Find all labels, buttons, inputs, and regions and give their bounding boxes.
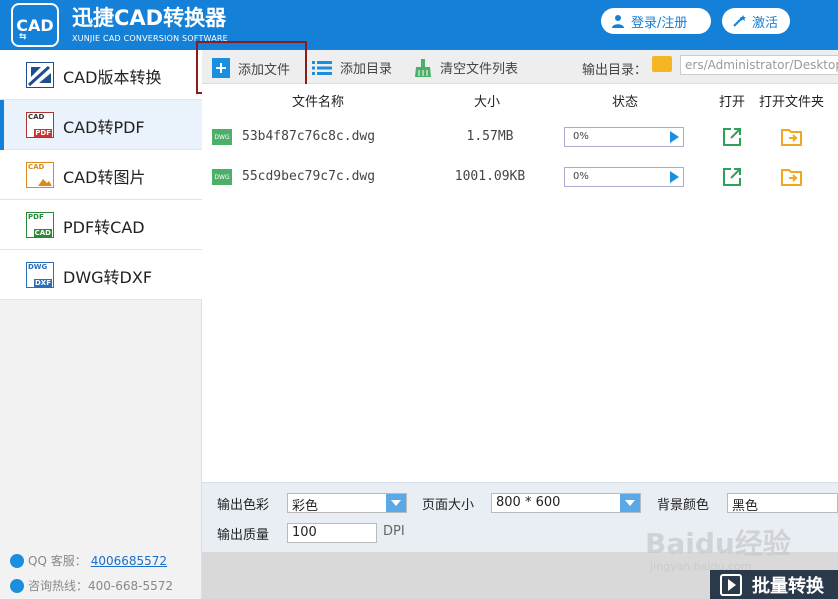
add-directory-label: 添加目录 [340, 62, 393, 77]
chevron-down-icon[interactable] [620, 494, 640, 512]
cad-image-icon: CAD [26, 162, 54, 188]
column-header-status: 状态 [612, 95, 639, 110]
sidebar-item-cad-version[interactable]: CAD版本转换 [0, 50, 202, 100]
qq-support: QQ 客服： 4006685572 [10, 552, 167, 569]
file-name: 53b4f87c76c8c.dwg [242, 129, 376, 144]
hotline-text: 咨询热线：400-668-5572 [28, 579, 174, 593]
dpi-unit: DPI [383, 524, 405, 539]
progress-text: 0% [573, 131, 589, 142]
watermark-url: jingyan.baidu.com [650, 560, 752, 573]
output-quality-label: 输出质量 [217, 528, 270, 543]
clear-list-button[interactable]: 清空文件列表 [414, 58, 518, 77]
file-name: 55cd9bec79c7c.dwg [242, 169, 376, 184]
qq-label: QQ 客服： [28, 554, 87, 568]
icon-top-text: CAD [28, 113, 45, 121]
login-button[interactable]: 登录/注册 [601, 8, 711, 34]
hotline: 咨询热线：400-668-5572 [10, 577, 173, 594]
column-header-open-folder: 打开文件夹 [759, 95, 825, 110]
clear-list-label: 清空文件列表 [440, 62, 519, 77]
start-icon[interactable] [670, 131, 679, 143]
logo-arrow-icon: ⇆ [19, 32, 27, 42]
title-bar: CAD ⇆ 迅捷CAD转换器 XUNJIE CAD CONVERSION SOF… [0, 0, 838, 50]
batch-convert-label: 批量转换 [752, 575, 824, 597]
table-row[interactable]: DWG 55cd9bec79c7c.dwg 1001.09KB 0% [202, 157, 838, 197]
page-size-label: 页面大小 [422, 498, 475, 513]
icon-bottom-text: PDF [34, 129, 52, 137]
output-color-value: 彩色 [292, 499, 319, 514]
login-label: 登录/注册 [631, 15, 688, 31]
wand-icon [733, 15, 746, 27]
column-header-size: 大小 [474, 95, 501, 110]
icon-top-text: DWG [28, 263, 48, 271]
progress-bar: 0% [564, 127, 684, 147]
output-color-select[interactable]: 彩色 [287, 493, 407, 514]
user-icon [612, 15, 624, 28]
icon-top-text: CAD [28, 163, 45, 171]
open-file-icon[interactable] [722, 167, 742, 187]
bg-color-select[interactable]: 黑色 [727, 493, 838, 514]
sidebar-item-label: CAD转PDF [63, 118, 145, 137]
progress-text: 0% [573, 171, 589, 182]
open-file-icon[interactable] [722, 127, 742, 147]
pdf-cad-icon: PDF CAD [26, 212, 54, 238]
qq-number-link[interactable]: 4006685572 [91, 554, 167, 568]
sidebar-item-label: DWG转DXF [63, 268, 153, 287]
app-title: 迅捷CAD转换器 [72, 6, 227, 30]
column-header-name: 文件名称 [292, 95, 345, 110]
icon-bottom-text: CAD [33, 229, 52, 237]
watermark-brand: Baidu经验 [645, 527, 791, 560]
file-size: 1001.09KB [454, 169, 526, 184]
cad-pdf-icon: CAD PDF [26, 112, 54, 138]
sidebar-item-pdf-to-cad[interactable]: PDF CAD PDF转CAD [0, 200, 202, 250]
sidebar-item-label: PDF转CAD [63, 218, 145, 237]
sidebar-item-dwg-to-dxf[interactable]: DWG DXF DWG转DXF [0, 250, 202, 300]
app-logo: CAD ⇆ [11, 3, 59, 47]
batch-convert-button[interactable]: 批量转换 [710, 570, 838, 599]
file-size: 1.57MB [466, 129, 514, 144]
activate-button[interactable]: 激活 [722, 8, 790, 34]
page-size-value: 800 * 600 [496, 495, 561, 510]
column-header-open: 打开 [719, 95, 746, 110]
folder-icon[interactable] [652, 56, 672, 72]
icon-bottom-text: DXF [34, 279, 52, 287]
sidebar-item-label: CAD版本转换 [63, 68, 162, 87]
dwg-file-icon: DWG [212, 169, 232, 185]
chevron-down-icon[interactable] [386, 494, 406, 512]
headset-icon [10, 578, 24, 593]
progress-bar: 0% [564, 167, 684, 187]
bg-color-label: 背景颜色 [657, 498, 710, 513]
sidebar-item-label: CAD转图片 [63, 168, 146, 187]
play-icon [720, 573, 742, 596]
list-icon [312, 60, 332, 75]
output-color-label: 输出色彩 [217, 498, 270, 513]
output-quality-input[interactable]: 100 [287, 523, 377, 543]
page-size-select[interactable]: 800 * 600 [491, 493, 641, 513]
add-directory-button[interactable]: 添加目录 [312, 58, 392, 77]
open-folder-icon[interactable] [781, 167, 803, 187]
broom-icon [415, 58, 431, 77]
icon-top-text: PDF [28, 213, 44, 221]
output-dir-input[interactable]: ers/Administrator/Desktop [680, 55, 838, 75]
qq-icon [10, 553, 24, 568]
activate-label: 激活 [752, 15, 779, 31]
dwg-dxf-icon: DWG DXF [26, 262, 54, 288]
sidebar: CAD版本转换 CAD PDF CAD转PDF CAD CAD转图片 PDF C… [0, 50, 202, 599]
open-folder-icon[interactable] [781, 127, 803, 147]
dwg-file-icon: DWG [212, 129, 232, 145]
file-list: 文件名称 大小 状态 打开 打开文件夹 DWG 53b4f87c76c8c.dw… [202, 84, 838, 482]
output-quality-value: 100 [292, 525, 317, 540]
sidebar-item-cad-to-pdf[interactable]: CAD PDF CAD转PDF [0, 100, 202, 150]
output-dir-label: 输出目录： [582, 63, 648, 78]
start-icon[interactable] [670, 171, 679, 183]
bg-color-value: 黑色 [732, 499, 759, 514]
table-row[interactable]: DWG 53b4f87c76c8c.dwg 1.57MB 0% [202, 117, 838, 157]
version-convert-icon [26, 62, 54, 88]
sidebar-item-cad-to-image[interactable]: CAD CAD转图片 [0, 150, 202, 200]
